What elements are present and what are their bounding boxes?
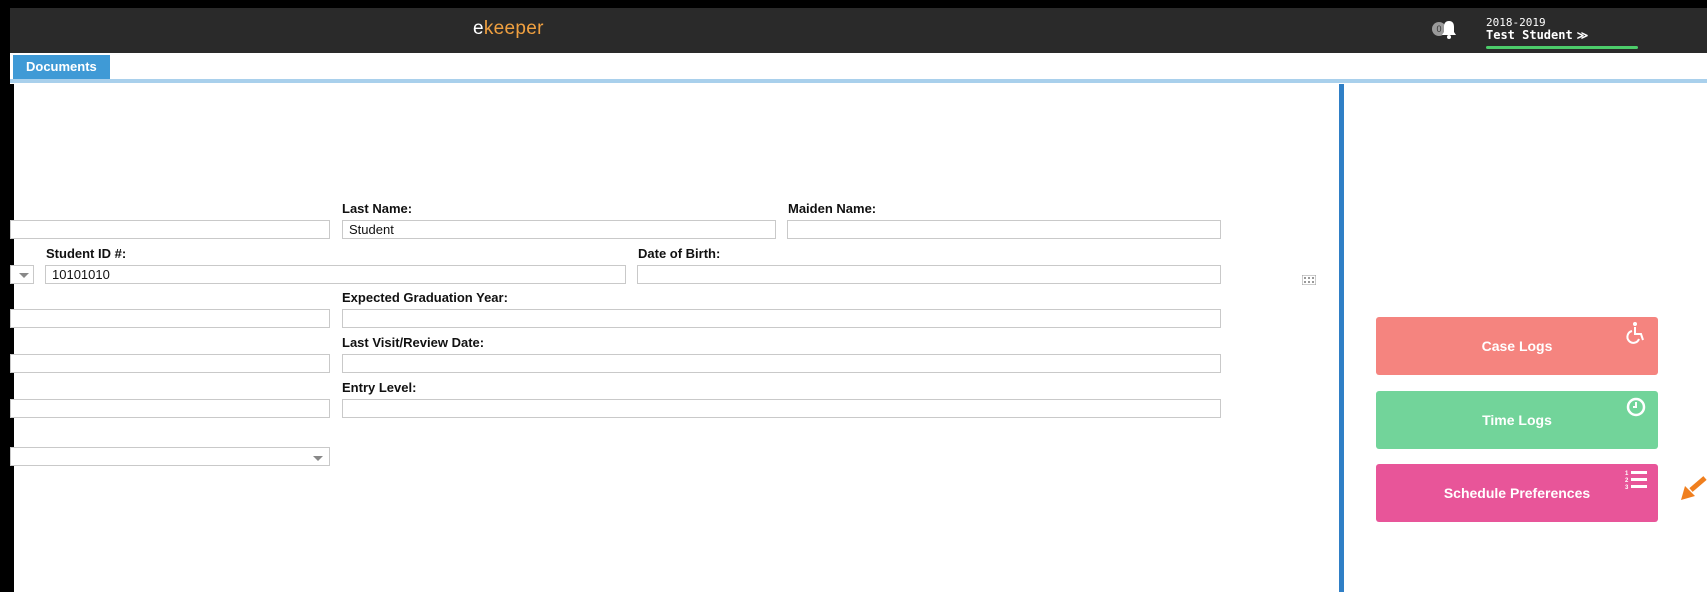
case-logs-button[interactable]: Case Logs [1376,317,1658,375]
left-field-row4[interactable] [10,354,330,373]
left-panel-edge [10,84,14,592]
graduation-year-field[interactable] [342,309,1221,328]
entry-level-field[interactable] [342,399,1221,418]
case-logs-label: Case Logs [1481,338,1553,354]
maiden-name-field[interactable] [787,220,1221,239]
chevron-down-icon: ≫ [1576,29,1589,42]
time-logs-button[interactable]: Time Logs [1376,391,1658,449]
tab-documents[interactable]: Documents [13,55,110,79]
date-of-birth-field[interactable] [637,265,1221,284]
tab-strip: Documents [10,53,1707,83]
schedule-preferences-button[interactable]: Schedule Preferences 1 2 3 [1376,464,1658,522]
notifications-bell-icon[interactable]: 0 [1432,20,1458,42]
user-menu[interactable]: Test Student ≫ [1486,28,1588,42]
clock-icon [1626,397,1646,417]
last-name-field[interactable]: Student [342,220,776,239]
user-name: Test Student [1486,28,1573,42]
chevron-down-icon [313,456,323,461]
top-bar: ekeeper 0 2018-2019 Test Student ≫ [10,8,1707,53]
wheelchair-icon [1626,322,1644,344]
maiden-name-label: Maiden Name: [788,201,877,216]
annotation-arrow-icon [1681,476,1707,500]
last-visit-label: Last Visit/Review Date: [342,335,485,350]
student-id-field[interactable]: 10101010 [45,265,626,284]
user-status-bar [1486,46,1638,49]
panel-divider [1339,84,1344,592]
last-visit-field[interactable] [342,354,1221,373]
svg-text:1: 1 [1625,471,1629,477]
last-name-label: Last Name: [342,201,413,216]
svg-text:2: 2 [1625,478,1629,484]
left-dropdown-select[interactable] [10,447,330,466]
first-name-field[interactable] [10,220,330,239]
app-frame: ekeeper 0 2018-2019 Test Student ≫ Docume… [10,8,1707,592]
chevron-down-icon [19,273,29,278]
schedule-preferences-label: Schedule Preferences [1443,485,1591,501]
app-logo[interactable]: ekeeper [473,18,544,40]
left-field-row5[interactable] [10,399,330,418]
svg-text:3: 3 [1625,485,1629,491]
left-field-row3[interactable] [10,309,330,328]
entry-level-label: Entry Level: [342,380,417,395]
time-logs-label: Time Logs [1482,412,1552,428]
ordered-list-icon: 1 2 3 [1625,471,1647,491]
student-id-label: Student ID #: [46,246,127,261]
date-of-birth-label: Date of Birth: [638,246,721,261]
graduation-year-label: Expected Graduation Year: [342,290,508,305]
calendar-icon[interactable] [1302,275,1316,285]
